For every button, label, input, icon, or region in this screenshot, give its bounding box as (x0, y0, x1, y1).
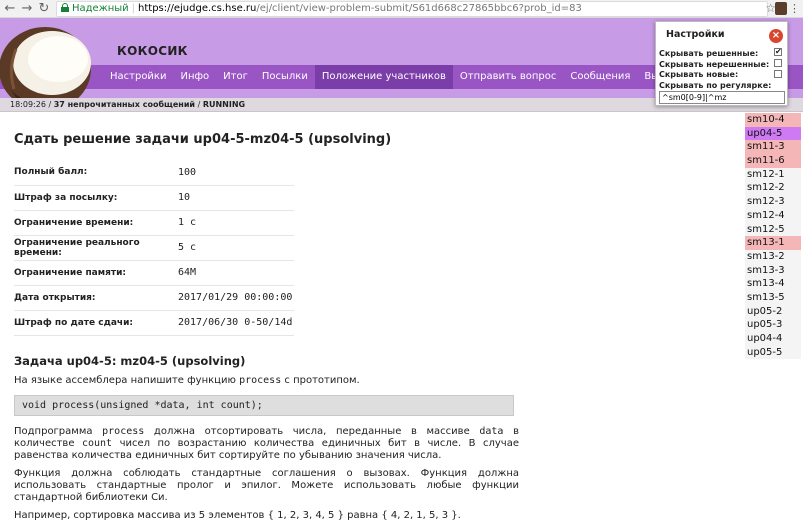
menu-item[interactable]: Положение участников (314, 65, 453, 89)
info-row: Ограничение времени: 1 с (14, 210, 294, 236)
reload-icon[interactable]: ↻ (36, 1, 52, 17)
menu-item[interactable]: Посылки (255, 65, 315, 89)
hide-unsolved-label: Скрывать нерешенные: (659, 60, 770, 69)
problem-list-item[interactable]: sm12-4 (745, 208, 801, 223)
settings-popup: Настройки × Скрывать решенные: ✔ Скрыват… (655, 21, 788, 106)
info-row: Ограничение реального времени: 5 с (14, 235, 294, 261)
info-key: Ограничение реального времени: (14, 235, 178, 261)
inline-code: process (239, 374, 282, 386)
problem-list-item[interactable]: sm13-2 (745, 249, 801, 264)
page-title: Сдать решение задачи up04-5-mz04-5 (upso… (14, 132, 392, 147)
menu-item[interactable]: Итог (216, 65, 255, 89)
problem-list-item[interactable]: up05-3 (745, 318, 801, 332)
task-heading: Задача up04-5: mz04-5 (upsolving) (14, 353, 246, 368)
settings-popup-title: Настройки (666, 29, 725, 40)
info-key: Ограничение памяти: (14, 260, 178, 286)
info-row: Полный балл: 100 (14, 160, 294, 186)
info-value: 100 (178, 160, 294, 186)
info-value: 2017/01/29 00:00:00 (178, 285, 294, 311)
statement-paragraph: Например, сортировка массива из 5 элемен… (14, 509, 461, 521)
problem-list-item[interactable]: sm13-1 (745, 236, 801, 250)
info-row: Дата открытия: 2017/01/29 00:00:00 (14, 285, 294, 311)
hide-regex-label: Скрывать по регулярке: (659, 81, 772, 90)
hide-solved-checkbox[interactable]: ✔ (774, 48, 782, 56)
browser-toolbar: ← → ↻ Надежный | https://ejudge.cs.hse.ru/… (0, 0, 803, 18)
hide-new-label: Скрывать новые: (659, 70, 739, 79)
statement-paragraph: Функция должна соблюдать стандартные сог… (14, 467, 519, 503)
url-path: /ej/client/view-problem-submit/S61d668c2… (256, 3, 582, 14)
info-row: Ограничение памяти: 64M (14, 260, 294, 286)
main-content: Сдать решение задачи up04-5-mz04-5 (upso… (14, 132, 519, 528)
info-value: 1 с (178, 210, 294, 236)
site-title: КОКОСИК (117, 44, 188, 58)
problem-list-item[interactable]: sm12-3 (745, 195, 801, 209)
menu-item[interactable]: Инфо (173, 65, 216, 89)
info-key: Штраф за посылку: (14, 185, 178, 211)
problem-list-item[interactable]: sm13-3 (745, 263, 801, 278)
info-value: 5 с (178, 235, 294, 261)
problem-list-item[interactable]: up05-5 (745, 345, 801, 360)
problem-list-item[interactable]: up04-4 (745, 332, 801, 346)
extension-icon[interactable] (775, 2, 787, 15)
lock-icon (61, 3, 69, 12)
problem-list-item[interactable]: sm12-5 (745, 222, 801, 237)
problem-list: sm10-4 up04-5 sm11-3 sm11-6 sm12-1 sm12-2 sm12… (745, 113, 801, 360)
back-icon[interactable]: ← (2, 1, 18, 17)
problem-list-item[interactable]: sm12-2 (745, 181, 801, 196)
problem-list-item[interactable]: sm13-5 (745, 290, 801, 305)
problem-list-item[interactable]: sm13-4 (745, 277, 801, 291)
menu-item[interactable]: Настройки (103, 65, 173, 89)
menu-item[interactable]: Сообщения (563, 65, 637, 89)
unread-messages-link[interactable]: 37 непрочитанных сообщений (54, 100, 195, 109)
url-host: https://ejudge.cs.hse.ru (138, 3, 257, 14)
secure-label: Надежный (72, 3, 129, 14)
problem-list-item[interactable]: up04-5 (745, 126, 801, 141)
info-row: Штраф за посылку: 10 (14, 185, 294, 211)
info-key: Ограничение времени: (14, 210, 178, 236)
problem-list-item[interactable]: sm12-1 (745, 167, 801, 182)
hide-new-checkbox[interactable] (774, 70, 782, 78)
info-value: 2017/06/30 0-50/14d (178, 310, 294, 336)
problem-list-item[interactable]: sm11-6 (745, 154, 801, 168)
info-key: Дата открытия: (14, 285, 178, 311)
statement-paragraph: На языке ассемблера напишите функцию pro… (14, 374, 360, 386)
problem-info-table: Полный балл: 100 Штраф за посылку: 10 Ограни… (14, 160, 294, 336)
info-key: Штраф по дате сдачи: (14, 310, 178, 336)
menu-item[interactable]: Отправить вопрос (453, 65, 564, 89)
address-separator: | (131, 3, 136, 14)
hide-regex-input[interactable] (659, 91, 785, 104)
close-icon[interactable]: × (769, 29, 783, 43)
address-bar[interactable]: Надежный | https://ejudge.cs.hse.ru/ej/cli… (56, 1, 768, 17)
problem-list-item[interactable]: up05-2 (745, 304, 801, 319)
statement-paragraph: Подпрограмма process должна отсортироват… (14, 425, 519, 461)
info-row: Штраф по дате сдачи: 2017/06/30 0-50/14d (14, 310, 294, 336)
problem-list-item[interactable]: sm11-3 (745, 140, 801, 155)
problem-list-item[interactable]: sm10-4 (745, 113, 801, 127)
hide-solved-label: Скрывать решенные: (659, 49, 759, 58)
browser-menu-icon[interactable]: ⋮ (789, 1, 800, 16)
prototype-code-block: void process(unsigned *data, int count); (14, 394, 514, 416)
info-value: 10 (178, 185, 294, 211)
status-state: RUNNING (202, 100, 246, 109)
info-value: 64M (178, 260, 294, 286)
status-time: 18:09:26 (10, 100, 46, 109)
info-key: Полный балл: (14, 160, 178, 186)
hide-unsolved-checkbox[interactable] (774, 59, 782, 67)
main-menu: Настройки Инфо Итог Посылки Положение участн… (103, 65, 748, 89)
forward-icon[interactable]: → (19, 1, 35, 17)
